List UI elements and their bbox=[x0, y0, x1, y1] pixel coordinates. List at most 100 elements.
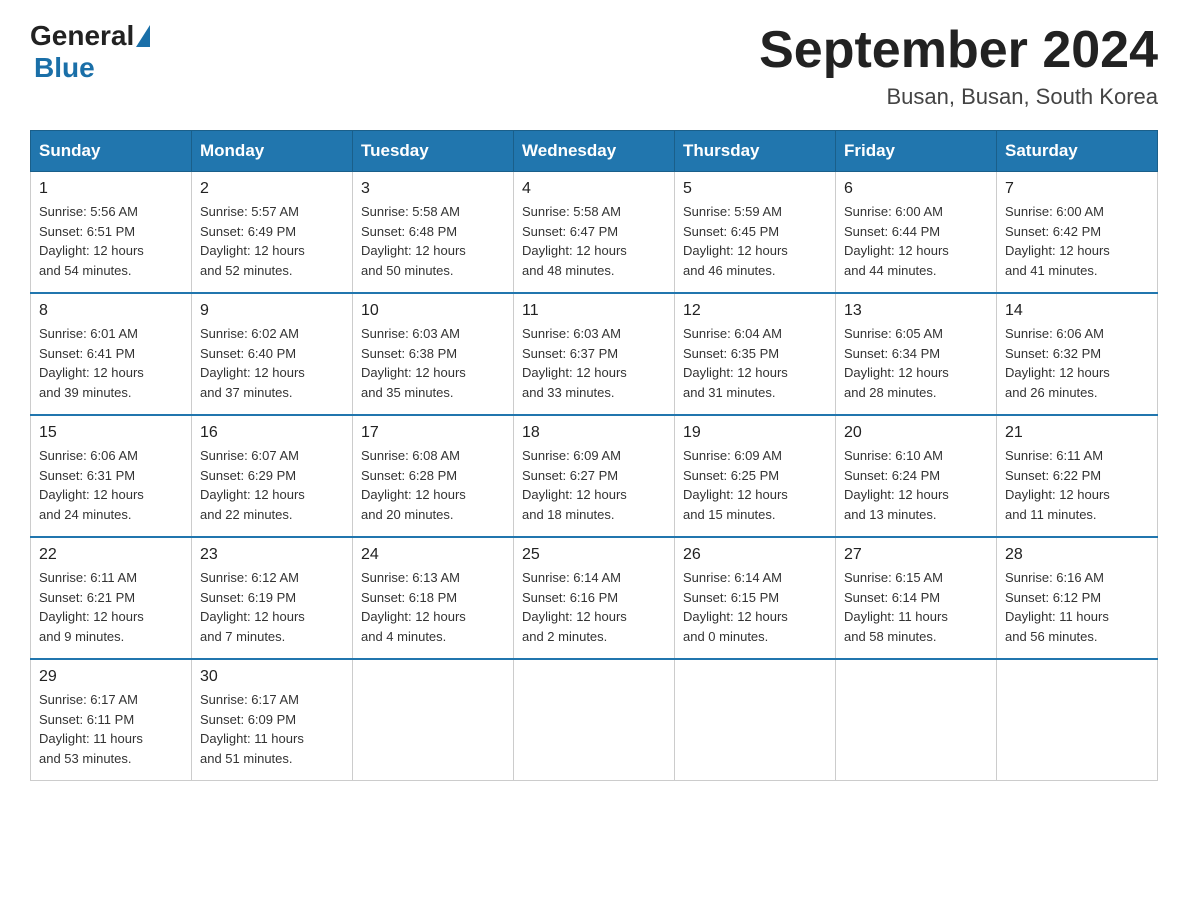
calendar-cell: 10 Sunrise: 6:03 AMSunset: 6:38 PMDaylig… bbox=[353, 293, 514, 415]
day-info: Sunrise: 6:04 AMSunset: 6:35 PMDaylight:… bbox=[683, 324, 827, 402]
header-thursday: Thursday bbox=[675, 131, 836, 172]
day-info: Sunrise: 6:00 AMSunset: 6:44 PMDaylight:… bbox=[844, 202, 988, 280]
day-number: 22 bbox=[39, 546, 183, 564]
day-info: Sunrise: 6:17 AMSunset: 6:09 PMDaylight:… bbox=[200, 690, 344, 768]
day-info: Sunrise: 6:13 AMSunset: 6:18 PMDaylight:… bbox=[361, 568, 505, 646]
calendar-cell: 22 Sunrise: 6:11 AMSunset: 6:21 PMDaylig… bbox=[31, 537, 192, 659]
day-number: 24 bbox=[361, 546, 505, 564]
calendar-cell: 27 Sunrise: 6:15 AMSunset: 6:14 PMDaylig… bbox=[836, 537, 997, 659]
calendar-cell: 23 Sunrise: 6:12 AMSunset: 6:19 PMDaylig… bbox=[192, 537, 353, 659]
day-info: Sunrise: 6:14 AMSunset: 6:16 PMDaylight:… bbox=[522, 568, 666, 646]
calendar-cell bbox=[997, 659, 1158, 781]
calendar-cell: 20 Sunrise: 6:10 AMSunset: 6:24 PMDaylig… bbox=[836, 415, 997, 537]
day-info: Sunrise: 6:17 AMSunset: 6:11 PMDaylight:… bbox=[39, 690, 183, 768]
day-number: 3 bbox=[361, 180, 505, 198]
location-title: Busan, Busan, South Korea bbox=[759, 84, 1158, 110]
day-number: 27 bbox=[844, 546, 988, 564]
week-row-4: 22 Sunrise: 6:11 AMSunset: 6:21 PMDaylig… bbox=[31, 537, 1158, 659]
calendar-cell: 17 Sunrise: 6:08 AMSunset: 6:28 PMDaylig… bbox=[353, 415, 514, 537]
day-number: 29 bbox=[39, 668, 183, 686]
day-number: 23 bbox=[200, 546, 344, 564]
day-info: Sunrise: 6:15 AMSunset: 6:14 PMDaylight:… bbox=[844, 568, 988, 646]
day-number: 19 bbox=[683, 424, 827, 442]
day-number: 9 bbox=[200, 302, 344, 320]
calendar-cell: 29 Sunrise: 6:17 AMSunset: 6:11 PMDaylig… bbox=[31, 659, 192, 781]
calendar-cell: 9 Sunrise: 6:02 AMSunset: 6:40 PMDayligh… bbox=[192, 293, 353, 415]
day-number: 11 bbox=[522, 302, 666, 320]
day-info: Sunrise: 6:03 AMSunset: 6:37 PMDaylight:… bbox=[522, 324, 666, 402]
day-info: Sunrise: 6:06 AMSunset: 6:32 PMDaylight:… bbox=[1005, 324, 1149, 402]
header-sunday: Sunday bbox=[31, 131, 192, 172]
calendar-cell: 24 Sunrise: 6:13 AMSunset: 6:18 PMDaylig… bbox=[353, 537, 514, 659]
day-info: Sunrise: 5:56 AMSunset: 6:51 PMDaylight:… bbox=[39, 202, 183, 280]
day-info: Sunrise: 6:01 AMSunset: 6:41 PMDaylight:… bbox=[39, 324, 183, 402]
day-number: 13 bbox=[844, 302, 988, 320]
calendar-cell: 18 Sunrise: 6:09 AMSunset: 6:27 PMDaylig… bbox=[514, 415, 675, 537]
day-info: Sunrise: 6:03 AMSunset: 6:38 PMDaylight:… bbox=[361, 324, 505, 402]
day-number: 28 bbox=[1005, 546, 1149, 564]
day-info: Sunrise: 6:09 AMSunset: 6:25 PMDaylight:… bbox=[683, 446, 827, 524]
day-info: Sunrise: 5:58 AMSunset: 6:48 PMDaylight:… bbox=[361, 202, 505, 280]
day-number: 12 bbox=[683, 302, 827, 320]
calendar-cell bbox=[353, 659, 514, 781]
month-title: September 2024 bbox=[759, 20, 1158, 80]
calendar-cell: 12 Sunrise: 6:04 AMSunset: 6:35 PMDaylig… bbox=[675, 293, 836, 415]
day-number: 1 bbox=[39, 180, 183, 198]
day-number: 4 bbox=[522, 180, 666, 198]
header: General Blue September 2024 Busan, Busan… bbox=[30, 20, 1158, 110]
calendar-cell: 26 Sunrise: 6:14 AMSunset: 6:15 PMDaylig… bbox=[675, 537, 836, 659]
calendar-cell: 8 Sunrise: 6:01 AMSunset: 6:41 PMDayligh… bbox=[31, 293, 192, 415]
day-info: Sunrise: 6:10 AMSunset: 6:24 PMDaylight:… bbox=[844, 446, 988, 524]
day-info: Sunrise: 6:09 AMSunset: 6:27 PMDaylight:… bbox=[522, 446, 666, 524]
day-info: Sunrise: 6:07 AMSunset: 6:29 PMDaylight:… bbox=[200, 446, 344, 524]
day-number: 20 bbox=[844, 424, 988, 442]
calendar-cell: 7 Sunrise: 6:00 AMSunset: 6:42 PMDayligh… bbox=[997, 172, 1158, 294]
day-info: Sunrise: 6:08 AMSunset: 6:28 PMDaylight:… bbox=[361, 446, 505, 524]
logo: General Blue bbox=[30, 20, 152, 84]
day-info: Sunrise: 6:11 AMSunset: 6:22 PMDaylight:… bbox=[1005, 446, 1149, 524]
day-info: Sunrise: 6:11 AMSunset: 6:21 PMDaylight:… bbox=[39, 568, 183, 646]
calendar-cell: 13 Sunrise: 6:05 AMSunset: 6:34 PMDaylig… bbox=[836, 293, 997, 415]
day-info: Sunrise: 5:58 AMSunset: 6:47 PMDaylight:… bbox=[522, 202, 666, 280]
logo-triangle-icon bbox=[136, 25, 150, 47]
day-number: 7 bbox=[1005, 180, 1149, 198]
day-number: 8 bbox=[39, 302, 183, 320]
calendar-cell: 30 Sunrise: 6:17 AMSunset: 6:09 PMDaylig… bbox=[192, 659, 353, 781]
day-number: 21 bbox=[1005, 424, 1149, 442]
calendar-cell: 14 Sunrise: 6:06 AMSunset: 6:32 PMDaylig… bbox=[997, 293, 1158, 415]
week-row-3: 15 Sunrise: 6:06 AMSunset: 6:31 PMDaylig… bbox=[31, 415, 1158, 537]
calendar-cell bbox=[514, 659, 675, 781]
day-number: 26 bbox=[683, 546, 827, 564]
header-wednesday: Wednesday bbox=[514, 131, 675, 172]
day-info: Sunrise: 6:02 AMSunset: 6:40 PMDaylight:… bbox=[200, 324, 344, 402]
calendar-cell bbox=[836, 659, 997, 781]
day-info: Sunrise: 6:00 AMSunset: 6:42 PMDaylight:… bbox=[1005, 202, 1149, 280]
calendar-cell: 5 Sunrise: 5:59 AMSunset: 6:45 PMDayligh… bbox=[675, 172, 836, 294]
day-number: 10 bbox=[361, 302, 505, 320]
calendar-cell: 4 Sunrise: 5:58 AMSunset: 6:47 PMDayligh… bbox=[514, 172, 675, 294]
calendar-cell: 16 Sunrise: 6:07 AMSunset: 6:29 PMDaylig… bbox=[192, 415, 353, 537]
calendar-table: Sunday Monday Tuesday Wednesday Thursday… bbox=[30, 130, 1158, 781]
week-row-1: 1 Sunrise: 5:56 AMSunset: 6:51 PMDayligh… bbox=[31, 172, 1158, 294]
header-friday: Friday bbox=[836, 131, 997, 172]
calendar-cell: 11 Sunrise: 6:03 AMSunset: 6:37 PMDaylig… bbox=[514, 293, 675, 415]
day-number: 14 bbox=[1005, 302, 1149, 320]
header-tuesday: Tuesday bbox=[353, 131, 514, 172]
calendar-cell: 15 Sunrise: 6:06 AMSunset: 6:31 PMDaylig… bbox=[31, 415, 192, 537]
day-number: 25 bbox=[522, 546, 666, 564]
calendar-cell: 6 Sunrise: 6:00 AMSunset: 6:44 PMDayligh… bbox=[836, 172, 997, 294]
day-info: Sunrise: 6:12 AMSunset: 6:19 PMDaylight:… bbox=[200, 568, 344, 646]
day-info: Sunrise: 6:16 AMSunset: 6:12 PMDaylight:… bbox=[1005, 568, 1149, 646]
day-info: Sunrise: 5:57 AMSunset: 6:49 PMDaylight:… bbox=[200, 202, 344, 280]
header-monday: Monday bbox=[192, 131, 353, 172]
calendar-cell: 3 Sunrise: 5:58 AMSunset: 6:48 PMDayligh… bbox=[353, 172, 514, 294]
calendar-cell: 2 Sunrise: 5:57 AMSunset: 6:49 PMDayligh… bbox=[192, 172, 353, 294]
day-number: 15 bbox=[39, 424, 183, 442]
calendar-cell: 25 Sunrise: 6:14 AMSunset: 6:16 PMDaylig… bbox=[514, 537, 675, 659]
day-number: 16 bbox=[200, 424, 344, 442]
day-number: 2 bbox=[200, 180, 344, 198]
day-number: 6 bbox=[844, 180, 988, 198]
day-info: Sunrise: 6:05 AMSunset: 6:34 PMDaylight:… bbox=[844, 324, 988, 402]
day-info: Sunrise: 6:06 AMSunset: 6:31 PMDaylight:… bbox=[39, 446, 183, 524]
day-number: 30 bbox=[200, 668, 344, 686]
